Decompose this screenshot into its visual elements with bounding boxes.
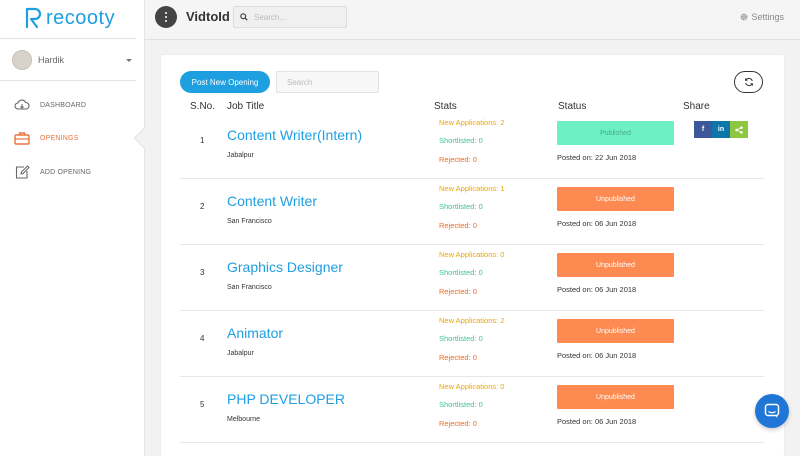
- job-title-link[interactable]: Graphics Designer: [227, 259, 343, 275]
- briefcase-icon: [14, 131, 30, 145]
- chat-icon: [764, 403, 780, 418]
- user-menu[interactable]: Hardik: [12, 49, 134, 71]
- sidebar: recooty Hardik DASHBOARD OPENINGS ADD OP…: [0, 0, 145, 456]
- top-bar: VidtoId Settings: [145, 0, 800, 40]
- column-header-status: Status: [558, 101, 587, 112]
- sidebar-divider: [0, 80, 136, 81]
- job-location: San Francisco: [227, 218, 272, 225]
- column-header-job-title: Job Title: [227, 101, 265, 112]
- brand-name: recooty: [46, 6, 116, 29]
- row-number: 5: [200, 400, 205, 409]
- linkedin-icon[interactable]: in: [712, 121, 730, 138]
- job-location: Jabalpur: [227, 350, 254, 357]
- refresh-icon: [744, 77, 753, 87]
- new-applications-link[interactable]: New Applications: 0: [439, 382, 504, 391]
- shortlisted-link[interactable]: Shortlisted: 0: [439, 136, 483, 145]
- posted-date: Posted on: 22 Jun 2018: [557, 153, 637, 162]
- settings-link[interactable]: Settings: [739, 12, 784, 22]
- refresh-button[interactable]: [734, 71, 763, 93]
- chat-launcher-button[interactable]: [755, 394, 789, 428]
- user-name: Hardik: [38, 55, 65, 65]
- table-row: 2 Content Writer San Francisco New Appli…: [180, 179, 764, 245]
- status-toggle-button[interactable]: Unpublished: [557, 385, 674, 409]
- rejected-link[interactable]: Rejected: 0: [439, 155, 477, 164]
- recooty-logo-icon: [24, 7, 42, 29]
- search-icon: [240, 13, 248, 21]
- sidebar-item-label: OPENINGS: [40, 134, 79, 142]
- table-row: 4 Animator Jabalpur New Applications: 2 …: [180, 311, 764, 377]
- job-location: Melbourne: [227, 416, 261, 423]
- top-search[interactable]: [233, 6, 347, 28]
- sidebar-item-dashboard[interactable]: DASHBOARD: [14, 95, 136, 115]
- sidebar-item-openings[interactable]: OPENINGS: [14, 128, 136, 148]
- rejected-link[interactable]: Rejected: 0: [439, 287, 477, 296]
- row-number: 1: [200, 136, 205, 145]
- status-toggle-button[interactable]: Unpublished: [557, 187, 674, 211]
- shortlisted-link[interactable]: Shortlisted: 0: [439, 400, 483, 409]
- chevron-down-icon: [126, 58, 132, 62]
- job-location: San Francisco: [227, 284, 272, 291]
- sidebar-item-add-opening[interactable]: ADD OPENING: [14, 162, 136, 182]
- job-title-link[interactable]: Animator: [227, 325, 283, 341]
- new-applications-link[interactable]: New Applications: 1: [439, 184, 504, 193]
- settings-label: Settings: [751, 12, 784, 22]
- column-header-stats: Stats: [434, 101, 457, 112]
- rejected-link[interactable]: Rejected: 0: [439, 353, 477, 362]
- column-header-share: Share: [683, 101, 710, 112]
- row-number: 2: [200, 202, 205, 211]
- table-row: 1 Content Writer(Intern) Jabalpur New Ap…: [180, 113, 764, 179]
- new-applications-link[interactable]: New Applications: 2: [439, 118, 504, 127]
- sidebar-divider: [0, 38, 136, 39]
- sidebar-item-label: DASHBOARD: [40, 101, 87, 109]
- search-input[interactable]: [254, 12, 340, 22]
- cloud-icon: [14, 98, 30, 112]
- avatar: [12, 50, 32, 70]
- job-title-link[interactable]: Content Writer(Intern): [227, 127, 362, 143]
- status-toggle-button[interactable]: Published: [557, 121, 674, 145]
- shortlisted-link[interactable]: Shortlisted: 0: [439, 202, 483, 211]
- share-icon[interactable]: [730, 121, 748, 138]
- posted-date: Posted on: 06 Jun 2018: [557, 219, 637, 228]
- openings-panel: Post New Opening S.No. Job Title Stats S…: [161, 55, 784, 456]
- share-buttons: f in: [694, 121, 748, 138]
- openings-search-input[interactable]: [276, 71, 379, 93]
- rejected-link[interactable]: Rejected: 0: [439, 221, 477, 230]
- table-row: 5 PHP DEVELOPER Melbourne New Applicatio…: [180, 377, 764, 443]
- posted-date: Posted on: 06 Jun 2018: [557, 351, 637, 360]
- sidebar-item-label: ADD OPENING: [40, 168, 92, 176]
- status-toggle-button[interactable]: Unpublished: [557, 319, 674, 343]
- job-title-link[interactable]: PHP DEVELOPER: [227, 391, 345, 407]
- table-row: 3 Graphics Designer San Francisco New Ap…: [180, 245, 764, 311]
- post-new-opening-button[interactable]: Post New Opening: [180, 71, 270, 93]
- new-applications-link[interactable]: New Applications: 2: [439, 316, 504, 325]
- rejected-link[interactable]: Rejected: 0: [439, 419, 477, 428]
- edit-icon: [14, 165, 30, 179]
- page-title: VidtoId: [186, 9, 230, 24]
- row-number: 3: [200, 268, 205, 277]
- column-header-sno: S.No.: [190, 101, 216, 112]
- new-applications-link[interactable]: New Applications: 0: [439, 250, 504, 259]
- posted-date: Posted on: 06 Jun 2018: [557, 417, 637, 426]
- facebook-icon[interactable]: f: [694, 121, 712, 138]
- more-menu-button[interactable]: [155, 6, 177, 28]
- gear-icon: [741, 13, 748, 21]
- job-title-link[interactable]: Content Writer: [227, 193, 317, 209]
- status-toggle-button[interactable]: Unpublished: [557, 253, 674, 277]
- shortlisted-link[interactable]: Shortlisted: 0: [439, 268, 483, 277]
- job-location: Jabalpur: [227, 152, 254, 159]
- more-vertical-icon: [165, 12, 167, 22]
- brand-logo[interactable]: recooty: [24, 6, 115, 30]
- posted-date: Posted on: 06 Jun 2018: [557, 285, 637, 294]
- row-number: 4: [200, 334, 205, 343]
- shortlisted-link[interactable]: Shortlisted: 0: [439, 334, 483, 343]
